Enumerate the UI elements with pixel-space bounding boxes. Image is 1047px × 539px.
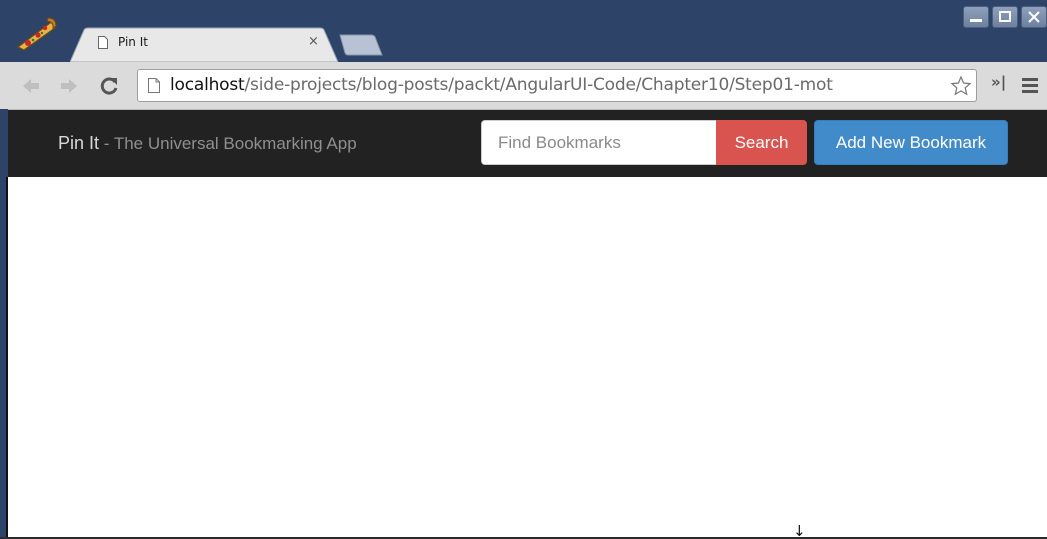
maximize-icon <box>999 11 1011 22</box>
page-info-icon[interactable] <box>148 78 160 93</box>
tab-close-icon[interactable]: × <box>308 34 319 49</box>
tab-title: Pin It <box>118 35 148 49</box>
pizza-logo-icon <box>16 17 57 51</box>
address-bar[interactable]: localhost/side-projects/blog-posts/packt… <box>137 69 977 102</box>
close-icon <box>1028 11 1040 23</box>
url-path: /side-projects/blog-posts/packt/AngularU… <box>244 75 833 95</box>
forward-arrow-icon[interactable] <box>58 75 80 97</box>
brand-tagline: - The Universal Bookmarking App <box>99 134 357 153</box>
hamburger-menu-icon[interactable] <box>1020 76 1040 94</box>
minimize-button[interactable] <box>963 6 989 28</box>
back-arrow-icon[interactable] <box>20 75 42 97</box>
window-left-border <box>6 177 8 539</box>
url-host: localhost <box>170 75 245 95</box>
document-icon <box>98 36 108 49</box>
mouse-cursor-icon: ↓ <box>793 522 806 539</box>
close-window-button[interactable] <box>1021 6 1047 28</box>
reload-icon[interactable] <box>98 75 120 97</box>
app-brand[interactable]: Pin It - The Universal Bookmarking App <box>58 133 357 154</box>
brand-name: Pin It <box>58 133 100 153</box>
add-new-bookmark-button[interactable]: Add New Bookmark <box>814 120 1008 165</box>
bookmark-star-icon[interactable] <box>950 75 972 97</box>
search-input[interactable] <box>481 120 716 165</box>
browser-tab[interactable]: Pin It × <box>70 27 340 62</box>
maximize-button[interactable] <box>992 6 1018 28</box>
app-navbar: Pin It - The Universal Bookmarking App S… <box>8 110 1047 177</box>
extensions-overflow-button[interactable]: »| <box>991 73 1006 91</box>
tab-background <box>70 27 339 62</box>
window-controls <box>960 6 1047 30</box>
search-button[interactable]: Search <box>716 120 807 165</box>
minimize-icon <box>970 19 982 22</box>
new-tab-button[interactable] <box>339 34 383 56</box>
browser-window: Pin It × localhost/side-projects/blog-po… <box>0 0 1047 539</box>
address-url: localhost/side-projects/blog-posts/packt… <box>170 75 833 95</box>
browser-toolbar: localhost/side-projects/blog-posts/packt… <box>0 62 1047 110</box>
browser-titlebar: Pin It × <box>0 0 1047 62</box>
